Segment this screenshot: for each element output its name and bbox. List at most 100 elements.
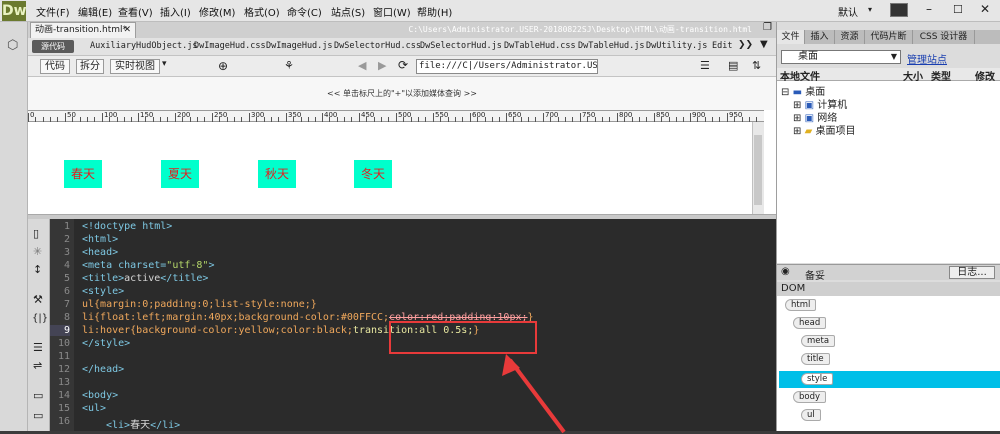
split-view-button[interactable]: 拆分	[76, 59, 104, 74]
code-editor[interactable]: <!doctype html> <html> <head> <meta char…	[74, 219, 776, 434]
sort-icon[interactable]: ⇅	[752, 59, 761, 72]
related-file[interactable]: DwTableHud.js	[578, 41, 645, 51]
close-tab-icon[interactable]: ✕	[123, 23, 131, 37]
menu-help[interactable]: 帮助(H)	[417, 4, 452, 19]
menu-format[interactable]: 格式(O)	[244, 4, 280, 19]
media-query-bar[interactable]: << 单击标尺上的"+"以添加媒体查询 >>	[28, 77, 776, 110]
menu-view[interactable]: 查看(V)	[118, 4, 153, 19]
list-item-summer[interactable]: 夏天	[161, 160, 199, 188]
code-line: </head>	[82, 364, 125, 375]
restore-icon[interactable]: ❐	[763, 22, 772, 33]
visual-aids-icon[interactable]: ☰	[700, 59, 710, 72]
menu-insert[interactable]: 插入(I)	[160, 4, 191, 19]
line-number: 6	[63, 286, 70, 297]
ruler-tick	[293, 117, 294, 122]
source-code-button[interactable]: 源代码	[32, 40, 74, 53]
menu-modify[interactable]: 修改(M)	[199, 4, 235, 19]
ruler-tick	[455, 117, 456, 122]
list-item-spring[interactable]: 春天	[64, 160, 102, 188]
tab-snippets[interactable]: 代码片断	[865, 30, 913, 44]
line-number: 1	[63, 221, 70, 232]
ruler-tick	[572, 117, 573, 122]
view-options-icon[interactable]: ▤	[728, 59, 738, 72]
close-icon[interactable]: ✕	[980, 2, 990, 16]
list-item-winter[interactable]: 冬天	[354, 160, 392, 188]
related-file[interactable]: DwImageHud.js	[266, 41, 333, 51]
related-file[interactable]: DwSelectorHud.css	[334, 41, 421, 51]
document-tab[interactable]: 动画-transition.html* ✕	[30, 22, 136, 38]
workspace-switcher[interactable]: 默认	[838, 4, 858, 19]
dom-panel-title[interactable]: DOM	[781, 283, 805, 294]
site-select[interactable]: 桌面 ▼	[781, 50, 901, 64]
balance-braces-icon[interactable]: {|}	[32, 313, 48, 324]
ruler-tick	[433, 113, 434, 122]
forward-icon[interactable]: ▶	[378, 59, 386, 72]
uncomment-icon[interactable]: ▭	[33, 409, 43, 422]
scrollbar-thumb[interactable]	[754, 135, 762, 205]
dom-node-title[interactable]: title	[801, 353, 830, 365]
chevron-down-icon[interactable]: ▾	[868, 5, 872, 14]
dom-node-ul[interactable]: ul	[801, 409, 821, 421]
expand-icon[interactable]: ↕	[33, 263, 42, 276]
manage-sites-link[interactable]: 管理站点	[907, 51, 947, 66]
log-button[interactable]: 日志...	[949, 266, 995, 279]
menu-edit[interactable]: 编辑(E)	[78, 4, 112, 19]
related-file[interactable]: Edit	[712, 41, 732, 51]
ruler-tick	[197, 117, 198, 122]
collapse-icon[interactable]: ✳	[33, 245, 42, 258]
tree-item-desktop-items[interactable]: ⊞ ▰ 桌面项目	[793, 122, 855, 137]
ruler-tick	[654, 113, 655, 122]
ruler-tick	[734, 117, 735, 122]
related-file[interactable]: DwTableHud.css	[504, 41, 576, 51]
extract-icon[interactable]: ⬡	[7, 38, 18, 53]
live-view-button[interactable]: 实时视图	[110, 59, 160, 74]
settings-icon[interactable]	[890, 3, 908, 17]
menu-file[interactable]: 文件(F)	[36, 4, 70, 19]
menu-window[interactable]: 窗口(W)	[373, 4, 411, 19]
related-file[interactable]: DwImageHud.css	[194, 41, 266, 51]
wrap-icon[interactable]: ⇌	[33, 359, 42, 372]
file-tree: ⊟ ▬ 桌面 ⊞ ▣ 计算机 ⊞ ▣ 网络 ⊞ ▰ 桌面项目	[777, 81, 1000, 263]
ruler-tick	[175, 113, 176, 122]
tab-insert[interactable]: 插入	[805, 30, 835, 44]
menu-commands[interactable]: 命令(C)	[287, 4, 322, 19]
back-icon[interactable]: ◀	[358, 59, 366, 72]
dom-node-body[interactable]: body	[793, 391, 827, 403]
ruler-tick	[485, 117, 486, 122]
address-input[interactable]: file:///C|/Users/Administrator.USER-20	[416, 59, 598, 74]
menu-bar: Dw 文件(F) 编辑(E) 查看(V) 插入(I) 修改(M) 格式(O) 命…	[0, 0, 1000, 22]
filter-icon[interactable]: ▼	[760, 39, 768, 50]
maximize-icon[interactable]: ☐	[953, 3, 963, 16]
select-parent-icon[interactable]: ⚒	[33, 293, 43, 306]
list-item-autumn[interactable]: 秋天	[258, 160, 296, 188]
ruler-label: 950	[729, 111, 743, 119]
site-select-value: 桌面	[798, 51, 818, 62]
dom-node-style[interactable]: style	[801, 373, 834, 385]
dom-node-html[interactable]: html	[785, 299, 817, 311]
dom-node-meta[interactable]: meta	[801, 335, 836, 347]
ruler-tick	[87, 117, 88, 122]
dom-node-head[interactable]: head	[793, 317, 827, 329]
related-file[interactable]: DwUtility.js	[646, 41, 707, 51]
ruler-tick	[182, 117, 183, 122]
comment-icon[interactable]: ▭	[33, 389, 43, 402]
ruler-tick	[403, 117, 404, 122]
ruler-tick	[683, 117, 684, 122]
inspect-icon[interactable]: ⊕	[218, 59, 228, 73]
file-management-icon[interactable]: ⚘	[284, 59, 294, 72]
tab-assets[interactable]: 资源	[835, 30, 865, 44]
ruler-tick	[470, 113, 471, 122]
refresh-icon[interactable]: ⟳	[398, 58, 408, 72]
menu-site[interactable]: 站点(S)	[331, 4, 365, 19]
chevron-down-icon[interactable]: ▾	[162, 59, 167, 69]
tab-files[interactable]: 文件	[777, 30, 805, 44]
open-documents-icon[interactable]: ▯	[33, 227, 39, 240]
related-file[interactable]: AuxiliaryHudObject.js	[90, 41, 197, 51]
code-view-button[interactable]: 代码	[40, 59, 70, 74]
more-files-icon[interactable]: ❯❯	[738, 40, 753, 50]
minimize-icon[interactable]: –	[926, 2, 932, 16]
related-file[interactable]: DwSelectorHud.js	[420, 41, 502, 51]
line-numbers-icon[interactable]: ☰	[33, 341, 43, 354]
ruler-tick	[256, 117, 257, 122]
tab-css-designer[interactable]: CSS 设计器	[913, 30, 975, 44]
